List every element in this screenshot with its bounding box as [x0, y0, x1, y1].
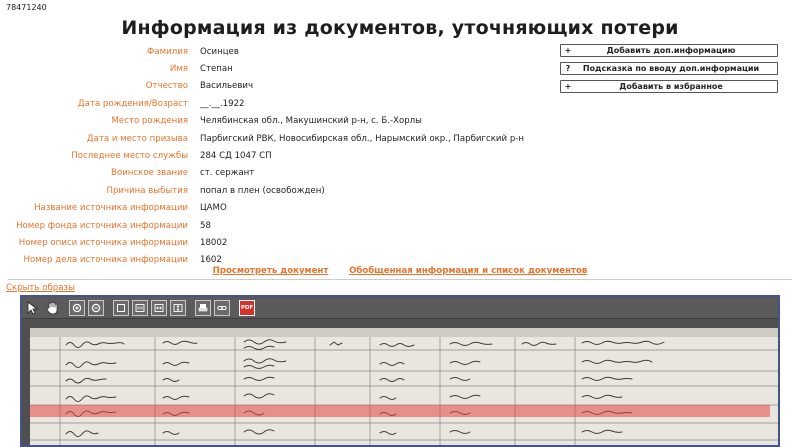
summary-link[interactable]: Обобщенная информация и список документо…	[349, 266, 587, 276]
field-row: Номер описи источника информации 18002	[0, 234, 560, 251]
field-row: Последнее место службы 284 СД 1047 СП	[0, 147, 560, 164]
button-label: Добавить в избранное	[619, 82, 723, 91]
field-label: Отчество	[145, 81, 188, 92]
field-row: Номер фонда источника информации 58	[0, 217, 560, 234]
field-row: Имя Степан	[0, 60, 560, 77]
field-label: Последнее место службы	[71, 151, 188, 162]
field-label: Дата рождения/Возраст	[77, 98, 188, 109]
document-viewer: PDF	[20, 295, 780, 447]
field-value: __.__.1922	[200, 98, 245, 109]
field-row: Дата и место призыва Парбигский РВК, Ново…	[0, 130, 560, 147]
field-value: Степан	[200, 64, 233, 75]
field-value: Челябинская обл., Макушинский р-н, с. Б.…	[200, 116, 422, 127]
field-value: Парбигский РВК, Новосибирская обл., Нары…	[200, 133, 525, 144]
plus-icon: +	[564, 46, 572, 55]
field-value: ЦАМО	[200, 203, 227, 214]
fit-width-icon[interactable]	[151, 299, 167, 316]
scanned-document-image	[30, 328, 778, 445]
field-label: Номер фонда источника информации	[16, 220, 188, 231]
field-label: Место рождения	[111, 116, 188, 127]
button-label: Подсказка по вводу доп.информации	[582, 64, 760, 73]
field-label: Фамилия	[147, 46, 188, 57]
document-canvas[interactable]	[22, 321, 778, 445]
input-hint-button[interactable]: ? Подсказка по вводу доп.информации	[560, 62, 778, 75]
field-value: Васильевич	[200, 81, 254, 92]
fit-height-icon[interactable]	[170, 299, 186, 316]
field-value: 1602	[200, 255, 222, 266]
add-to-favorites-button[interactable]: + Добавить в избранное	[560, 80, 778, 93]
highlighted-record-row	[30, 405, 770, 417]
pan-hand-icon[interactable]	[44, 300, 60, 316]
field-label: Воинское звание	[111, 168, 188, 179]
field-value: попал в плен (освобожден)	[200, 185, 325, 196]
field-row: Место рождения Челябинская обл., Макушинс…	[0, 113, 560, 130]
actual-size-icon[interactable]	[132, 299, 148, 316]
question-icon: ?	[565, 64, 571, 73]
page-title: Информация из документов, уточняющих пот…	[121, 17, 679, 39]
field-row: Причина выбытия попал в плен (освобожден)	[0, 182, 560, 199]
field-label: Причина выбытия	[106, 185, 188, 196]
add-extra-info-button[interactable]: + Добавить доп.информацию	[560, 44, 778, 57]
field-value: 18002	[200, 237, 228, 248]
pdf-icon-label: PDF	[240, 304, 254, 311]
hide-images-link[interactable]: Скрыть образы	[6, 283, 75, 293]
record-id: 78471240	[6, 3, 47, 12]
document-links: Просмотреть документ Обобщенная информац…	[0, 266, 800, 276]
fit-page-icon[interactable]	[113, 299, 129, 316]
field-row: Фамилия Осинцев	[0, 43, 560, 60]
field-value: ст. сержант	[200, 168, 255, 179]
field-value: 58	[200, 220, 211, 231]
field-label: Дата и место призыва	[86, 133, 188, 144]
pdf-icon[interactable]: PDF	[239, 299, 255, 316]
field-value: 284 СД 1047 СП	[200, 151, 272, 162]
side-actions: + Добавить доп.информацию ? Подсказка по в…	[560, 44, 778, 98]
viewer-toolbar: PDF	[22, 297, 778, 319]
button-label: Добавить доп.информацию	[606, 46, 736, 55]
record-fields: Фамилия Осинцев Имя Степан Отчество Василье…	[0, 43, 560, 269]
zoom-in-icon[interactable]	[69, 299, 85, 316]
print-icon[interactable]	[195, 299, 211, 316]
view-document-link[interactable]: Просмотреть документ	[213, 266, 329, 276]
field-row: Воинское звание ст. сержант	[0, 165, 560, 182]
plus-icon: +	[564, 82, 572, 91]
field-label: Название источника информации	[34, 203, 188, 214]
divider	[8, 279, 792, 280]
link-icon[interactable]	[214, 299, 230, 316]
zoom-out-icon[interactable]	[88, 299, 104, 316]
field-value: Осинцев	[200, 46, 239, 57]
field-label: Номер описи источника информации	[18, 237, 188, 248]
field-row: Название источника информации ЦАМО	[0, 200, 560, 217]
field-label: Номер дела источника информации	[23, 255, 188, 266]
field-row: Отчество Васильевич	[0, 78, 560, 95]
field-label: Имя	[169, 64, 188, 75]
field-row: Дата рождения/Возраст __.__.1922	[0, 95, 560, 112]
select-arrow-icon[interactable]	[25, 300, 41, 316]
